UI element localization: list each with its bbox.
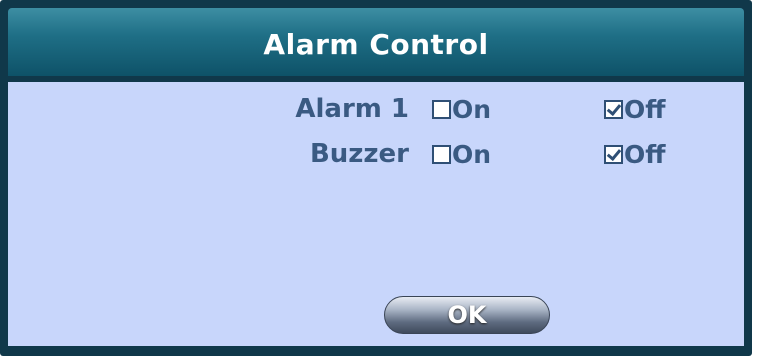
buzzer-on-checkbox[interactable] [432,144,451,164]
buzzer-off-checkbox[interactable] [604,144,623,164]
alarm-1-on-option[interactable]: On [432,89,491,129]
buzzer-on-option[interactable]: On [432,134,491,174]
alarm-control-dialog: Alarm Control Alarm 1 On Off Buzzer On O… [0,0,752,356]
alarm-1-off-checkbox[interactable] [604,99,623,119]
alarm-1-off-label: Off [624,94,666,124]
buzzer-off-option[interactable]: Off [604,134,666,174]
buzzer-row: Buzzer On Off [8,134,744,174]
dialog-body: Alarm 1 On Off Buzzer On Off OK [8,82,744,346]
dialog-title: Alarm Control [263,28,489,61]
alarm-1-on-checkbox[interactable] [432,99,451,119]
alarm-1-row: Alarm 1 On Off [8,89,744,129]
alarm-1-label: Alarm 1 [295,94,409,124]
buzzer-label: Buzzer [309,139,409,169]
buzzer-off-label: Off [624,139,666,169]
ok-button[interactable]: OK [384,296,550,334]
buzzer-on-label: On [452,139,492,169]
alarm-1-on-label: On [452,94,492,124]
dialog-title-bar: Alarm Control [8,8,744,76]
alarm-1-off-option[interactable]: Off [604,89,666,129]
